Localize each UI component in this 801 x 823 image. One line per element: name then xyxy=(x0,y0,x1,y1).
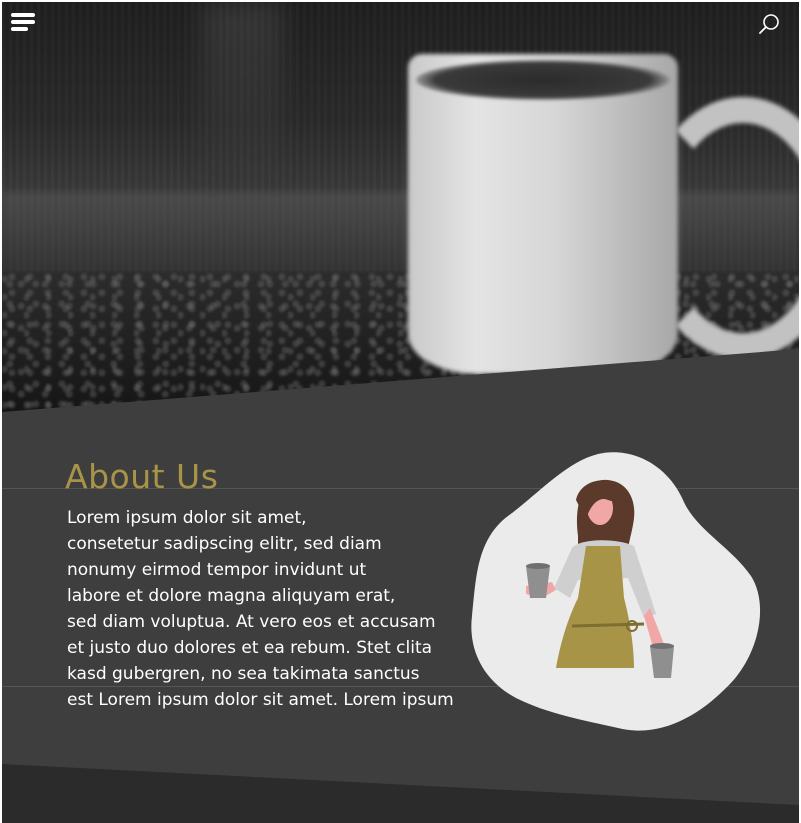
about-line: kasd gubergren, no sea takimata sanctus xyxy=(67,664,420,684)
about-line: sed diam voluptua. At vero eos et accusa… xyxy=(67,612,436,632)
about-line: et justo duo dolores et ea rebum. Stet c… xyxy=(67,638,433,658)
page-frame: About Us Lorem ipsum dolor sit amet, con… xyxy=(2,2,799,823)
search-icon[interactable] xyxy=(758,13,780,35)
hero-steam xyxy=(202,2,282,192)
about-line: nonumy eirmod tempor invidunt ut xyxy=(67,560,367,580)
about-line: Lorem ipsum dolor sit amet, xyxy=(67,508,307,528)
about-line: est Lorem ipsum dolor sit amet. Lorem ip… xyxy=(67,690,454,710)
hamburger-menu-icon[interactable] xyxy=(11,13,37,33)
hero-mug xyxy=(408,54,678,374)
hero-mug-rim xyxy=(416,60,670,100)
about-line: labore et dolore magna aliquyam erat, xyxy=(67,586,396,606)
about-line: consetetur sadipscing elitr, sed diam xyxy=(67,534,382,554)
about-title: About Us xyxy=(65,457,219,496)
barista-illustration xyxy=(471,452,761,731)
about-description: Lorem ipsum dolor sit amet, consetetur s… xyxy=(67,505,467,713)
